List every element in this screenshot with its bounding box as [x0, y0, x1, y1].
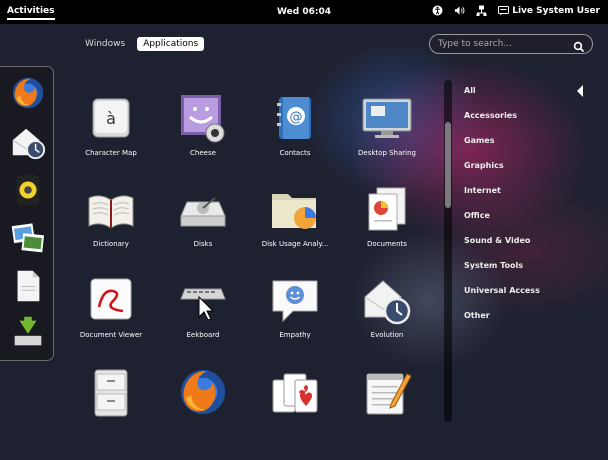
app-label: Empathy [279, 331, 311, 339]
app-label: Cheese [190, 149, 216, 157]
cheese-icon [177, 93, 229, 145]
view-selector: Windows Applications [79, 37, 205, 51]
network-icon[interactable] [476, 5, 487, 16]
search-input[interactable] [438, 38, 568, 50]
chat-status-icon [498, 5, 510, 16]
app-disks[interactable]: Disks [158, 184, 248, 249]
disk-usage-icon [269, 184, 321, 236]
user-menu[interactable]: Live System User [498, 5, 600, 16]
app-desktop-sharing[interactable]: Desktop Sharing [342, 93, 432, 158]
category-other[interactable]: Other [464, 308, 540, 333]
app-grid: à Character Map Cheese @ Contacts Deskto… [66, 88, 436, 460]
category-office[interactable]: Office [464, 208, 540, 233]
tab-applications[interactable]: Applications [137, 37, 205, 51]
contacts-icon: @ [269, 93, 321, 145]
app-contacts[interactable]: @ Contacts [250, 93, 340, 158]
app-label: Document Viewer [79, 331, 143, 339]
dash-rhythmbox-icon[interactable] [9, 171, 45, 207]
category-graphics[interactable]: Graphics [464, 158, 540, 183]
file-cabinet-icon [85, 366, 137, 418]
category-list: All Accessories Games Graphics Internet … [464, 83, 540, 333]
firefox-icon [177, 366, 229, 418]
app-label: Disk Usage Analy... [261, 240, 329, 248]
dash-firefox-icon[interactable] [9, 74, 45, 110]
search-icon [573, 38, 585, 53]
app-label: Desktop Sharing [358, 149, 416, 157]
app-label: Contacts [279, 149, 311, 157]
dash-files-icon[interactable] [9, 267, 45, 303]
app-eekboard[interactable]: Eekboard [158, 275, 248, 340]
app-label: Character Map [85, 149, 137, 157]
category-games[interactable]: Games [464, 133, 540, 158]
app-empathy[interactable]: Empathy [250, 275, 340, 340]
accessibility-icon[interactable] [432, 5, 443, 16]
app-evolution[interactable]: Evolution [342, 275, 432, 340]
app-files[interactable] [66, 366, 156, 422]
app-document-viewer[interactable]: Document Viewer [66, 275, 156, 340]
app-dictionary[interactable]: Dictionary [66, 184, 156, 249]
app-text-editor[interactable] [342, 366, 432, 422]
app-label: Evolution [370, 331, 404, 339]
app-label: Eekboard [186, 331, 220, 339]
desktop-sharing-icon [361, 93, 413, 145]
scrollbar-thumb[interactable] [445, 122, 451, 208]
app-label: Documents [367, 240, 407, 248]
category-system-tools[interactable]: System Tools [464, 258, 540, 283]
dash-shotwell-icon[interactable] [9, 219, 45, 255]
app-firefox[interactable] [158, 366, 248, 422]
dash-install-icon[interactable] [9, 313, 45, 349]
app-character-map[interactable]: à Character Map [66, 93, 156, 158]
tab-windows[interactable]: Windows [79, 37, 131, 51]
svg-text:@: @ [290, 110, 303, 125]
eekboard-icon [177, 275, 229, 327]
app-solitaire[interactable] [250, 366, 340, 422]
svg-text:à: à [106, 109, 116, 128]
app-documents[interactable]: Documents [342, 184, 432, 249]
category-accessories[interactable]: Accessories [464, 108, 540, 133]
document-viewer-icon [85, 275, 137, 327]
app-grid-scrollbar[interactable] [444, 80, 452, 422]
status-area: Live System User [432, 5, 600, 16]
volume-icon[interactable] [454, 5, 465, 16]
empathy-icon [269, 275, 321, 327]
app-disk-usage-analyzer[interactable]: Disk Usage Analy... [250, 184, 340, 249]
app-cheese[interactable]: Cheese [158, 93, 248, 158]
character-map-icon: à [85, 93, 137, 145]
selected-category-arrow-icon [577, 85, 583, 97]
app-label: Disks [193, 240, 213, 248]
playing-cards-icon [269, 366, 321, 418]
app-label: Dictionary [93, 240, 129, 248]
dash-evolution-icon[interactable] [9, 123, 46, 160]
category-internet[interactable]: Internet [464, 183, 540, 208]
disks-icon [177, 184, 229, 236]
category-sound-video[interactable]: Sound & Video [464, 233, 540, 258]
top-bar: Activities Wed 06:04 Live System User [0, 0, 608, 24]
documents-icon [361, 184, 413, 236]
text-editor-icon [361, 366, 413, 418]
category-all[interactable]: All [464, 83, 540, 108]
user-name: Live System User [512, 5, 600, 16]
search-box[interactable] [429, 34, 593, 54]
evolution-icon [361, 275, 413, 327]
category-universal-access[interactable]: Universal Access [464, 283, 540, 308]
dash [0, 66, 54, 361]
dictionary-icon [85, 184, 137, 236]
